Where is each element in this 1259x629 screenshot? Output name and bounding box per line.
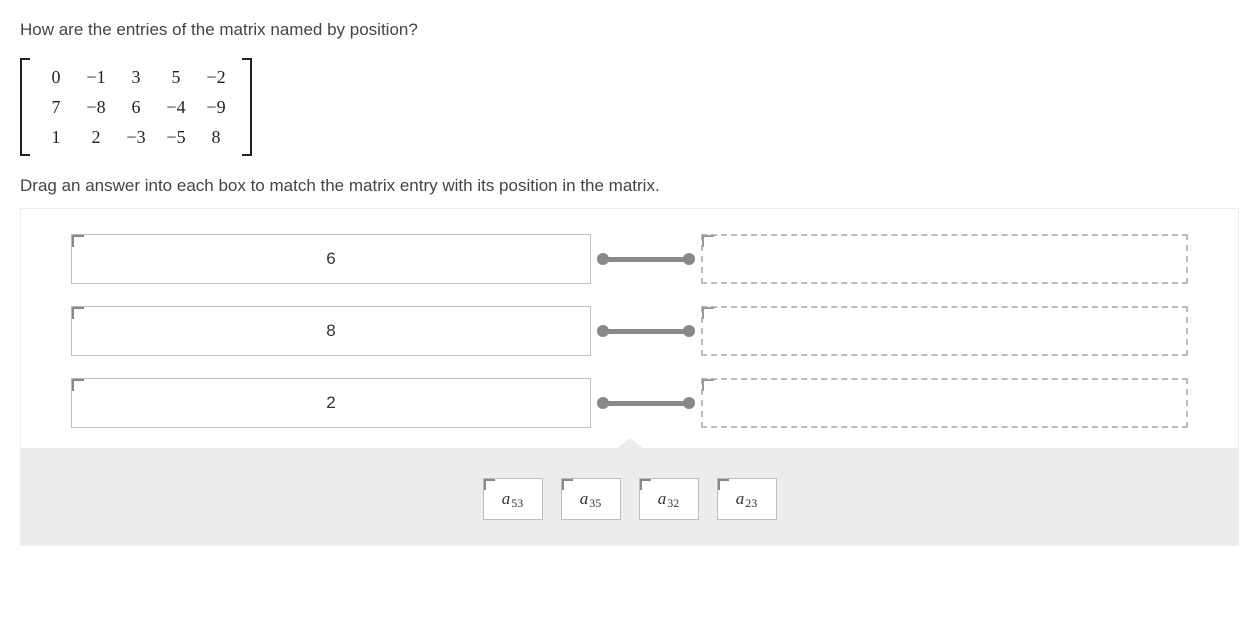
matrix-cell: 5 bbox=[156, 62, 196, 92]
match-panel: 6 8 2 a53 bbox=[20, 208, 1239, 546]
match-rows: 6 8 2 bbox=[21, 209, 1238, 448]
matrix: 0 −1 3 5 −2 7 −8 6 −4 −9 1 2 −3 −5 8 bbox=[20, 58, 252, 156]
matrix-bracket-left bbox=[20, 58, 30, 156]
matrix-cell: 3 bbox=[116, 62, 156, 92]
question-text: How are the entries of the matrix named … bbox=[20, 20, 1239, 40]
choice-sub: 35 bbox=[589, 496, 601, 511]
match-value: 8 bbox=[326, 321, 335, 341]
choice-sub: 53 bbox=[511, 496, 523, 511]
instruction-text: Drag an answer into each box to match th… bbox=[20, 176, 1239, 196]
choice-base: a bbox=[580, 489, 589, 509]
matrix-row: 0 −1 3 5 −2 bbox=[36, 62, 236, 92]
match-row: 8 bbox=[71, 306, 1188, 356]
match-value-box: 6 bbox=[71, 234, 591, 284]
choice-base: a bbox=[502, 489, 511, 509]
matrix-cell: −9 bbox=[196, 92, 236, 122]
choice-base: a bbox=[736, 489, 745, 509]
choice-tile[interactable]: a23 bbox=[717, 478, 777, 520]
connector-line bbox=[602, 401, 690, 406]
matrix-cell: −1 bbox=[76, 62, 116, 92]
match-value: 2 bbox=[326, 393, 335, 413]
connector bbox=[591, 400, 701, 406]
matrix-cell: 0 bbox=[36, 62, 76, 92]
connector bbox=[591, 256, 701, 262]
drop-target[interactable] bbox=[701, 378, 1188, 428]
match-value-box: 8 bbox=[71, 306, 591, 356]
connector-line bbox=[602, 329, 690, 334]
choices-area: a53 a35 a32 a23 bbox=[21, 448, 1238, 545]
connector bbox=[591, 328, 701, 334]
choice-sub: 32 bbox=[667, 496, 679, 511]
matrix-cell: −3 bbox=[116, 122, 156, 152]
matrix-cell: −5 bbox=[156, 122, 196, 152]
choice-tile[interactable]: a53 bbox=[483, 478, 543, 520]
matrix-body: 0 −1 3 5 −2 7 −8 6 −4 −9 1 2 −3 −5 8 bbox=[30, 58, 242, 156]
matrix-cell: −4 bbox=[156, 92, 196, 122]
choice-tile[interactable]: a32 bbox=[639, 478, 699, 520]
match-value-box: 2 bbox=[71, 378, 591, 428]
matrix-cell: 8 bbox=[196, 122, 236, 152]
matrix-row: 7 −8 6 −4 −9 bbox=[36, 92, 236, 122]
matrix-row: 1 2 −3 −5 8 bbox=[36, 122, 236, 152]
connector-line bbox=[602, 257, 690, 262]
matrix-cell: −2 bbox=[196, 62, 236, 92]
matrix-bracket-right bbox=[242, 58, 252, 156]
choice-tile[interactable]: a35 bbox=[561, 478, 621, 520]
choice-sub: 23 bbox=[745, 496, 757, 511]
matrix-cell: 1 bbox=[36, 122, 76, 152]
matrix-cell: 6 bbox=[116, 92, 156, 122]
drop-target[interactable] bbox=[701, 234, 1188, 284]
match-row: 6 bbox=[71, 234, 1188, 284]
drop-target[interactable] bbox=[701, 306, 1188, 356]
matrix-cell: −8 bbox=[76, 92, 116, 122]
choice-base: a bbox=[658, 489, 667, 509]
matrix-cell: 7 bbox=[36, 92, 76, 122]
match-value: 6 bbox=[326, 249, 335, 269]
matrix-cell: 2 bbox=[76, 122, 116, 152]
match-row: 2 bbox=[71, 378, 1188, 428]
